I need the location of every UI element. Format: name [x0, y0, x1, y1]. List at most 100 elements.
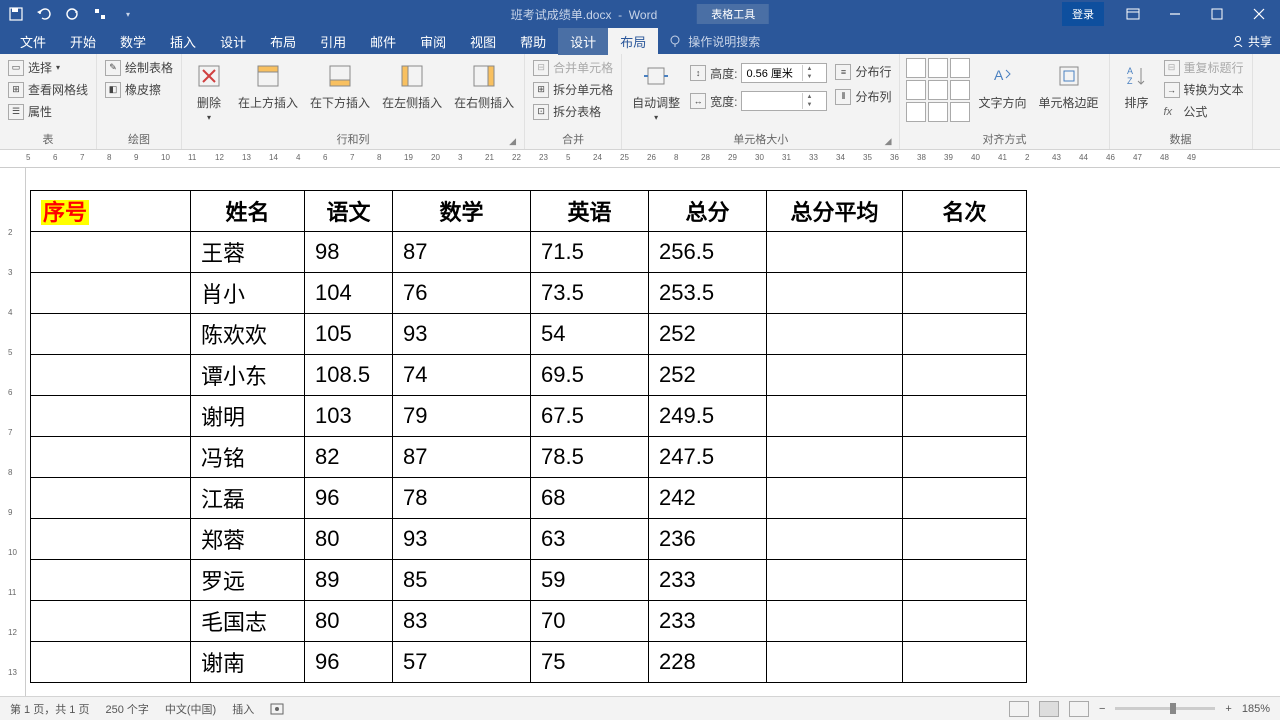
- table-row[interactable]: 江磊967868242: [31, 478, 1027, 519]
- table-cell[interactable]: 96: [305, 478, 393, 519]
- align-mid-center[interactable]: [928, 80, 948, 100]
- table-cell[interactable]: 75: [531, 642, 649, 683]
- table-cell[interactable]: 74: [393, 355, 531, 396]
- table-cell[interactable]: [903, 314, 1027, 355]
- formula-button[interactable]: fx 公式: [1162, 102, 1246, 121]
- table-cell[interactable]: 59: [531, 560, 649, 601]
- ribbon-display-icon[interactable]: [1112, 0, 1154, 28]
- table-cell[interactable]: [31, 396, 191, 437]
- cell-margins-button[interactable]: 单元格边距: [1035, 58, 1103, 113]
- tab-layout[interactable]: 布局: [258, 28, 308, 55]
- table-cell[interactable]: 54: [531, 314, 649, 355]
- table-cell[interactable]: 肖小: [191, 273, 305, 314]
- table-header[interactable]: 总分: [649, 191, 767, 232]
- convert-to-text-button[interactable]: →转换为文本: [1162, 80, 1246, 99]
- dialog-launcher-icon[interactable]: ◢: [885, 136, 892, 147]
- table-row[interactable]: 谢南965775228: [31, 642, 1027, 683]
- table-header[interactable]: 总分平均: [767, 191, 903, 232]
- print-layout-icon[interactable]: [1039, 701, 1059, 717]
- table-cell[interactable]: [903, 601, 1027, 642]
- table-cell[interactable]: [903, 519, 1027, 560]
- table-row[interactable]: 罗远898559233: [31, 560, 1027, 601]
- table-cell[interactable]: [31, 314, 191, 355]
- table-cell[interactable]: 87: [393, 232, 531, 273]
- undo-icon[interactable]: [36, 6, 52, 22]
- autofit-button[interactable]: 自动调整▾: [628, 58, 684, 124]
- table-cell[interactable]: 73.5: [531, 273, 649, 314]
- tab-math[interactable]: 数学: [108, 28, 158, 55]
- table-header[interactable]: 数学: [393, 191, 531, 232]
- zoom-in-icon[interactable]: +: [1225, 703, 1231, 715]
- insert-right-button[interactable]: 在右侧插入: [450, 58, 518, 113]
- table-row[interactable]: 肖小1047673.5253.5: [31, 273, 1027, 314]
- table-row[interactable]: 陈欢欢1059354252: [31, 314, 1027, 355]
- align-top-left[interactable]: [906, 58, 926, 78]
- insert-below-button[interactable]: 在下方插入: [306, 58, 374, 113]
- table-cell[interactable]: [31, 437, 191, 478]
- table-header[interactable]: 序号: [31, 191, 191, 232]
- table-cell[interactable]: [31, 273, 191, 314]
- table-cell[interactable]: 78.5: [531, 437, 649, 478]
- view-gridlines-button[interactable]: ⊞查看网格线: [6, 80, 90, 99]
- table-cell[interactable]: 93: [393, 314, 531, 355]
- table-cell[interactable]: 242: [649, 478, 767, 519]
- table-cell[interactable]: 103: [305, 396, 393, 437]
- table-cell[interactable]: 252: [649, 355, 767, 396]
- distribute-rows-button[interactable]: ≡分布行: [833, 62, 893, 81]
- table-cell[interactable]: [767, 273, 903, 314]
- table-cell[interactable]: 96: [305, 642, 393, 683]
- table-cell[interactable]: [767, 560, 903, 601]
- table-cell[interactable]: 69.5: [531, 355, 649, 396]
- table-cell[interactable]: [903, 273, 1027, 314]
- insert-left-button[interactable]: 在左侧插入: [378, 58, 446, 113]
- tab-insert[interactable]: 插入: [158, 28, 208, 55]
- table-cell[interactable]: [767, 601, 903, 642]
- tab-file[interactable]: 文件: [8, 28, 58, 55]
- table-cell[interactable]: 104: [305, 273, 393, 314]
- table-cell[interactable]: 76: [393, 273, 531, 314]
- align-top-center[interactable]: [928, 58, 948, 78]
- zoom-level[interactable]: 185%: [1242, 703, 1270, 715]
- table-cell[interactable]: 谢明: [191, 396, 305, 437]
- table-cell[interactable]: 江磊: [191, 478, 305, 519]
- table-cell[interactable]: [903, 560, 1027, 601]
- table-cell[interactable]: [767, 232, 903, 273]
- table-cell[interactable]: 王蓉: [191, 232, 305, 273]
- table-header[interactable]: 语文: [305, 191, 393, 232]
- table-cell[interactable]: 57: [393, 642, 531, 683]
- table-row[interactable]: 王蓉988771.5256.5: [31, 232, 1027, 273]
- tab-mailings[interactable]: 邮件: [358, 28, 408, 55]
- table-cell[interactable]: 233: [649, 601, 767, 642]
- table-cell[interactable]: [31, 355, 191, 396]
- properties-button[interactable]: ☰属性: [6, 102, 90, 121]
- table-cell[interactable]: 71.5: [531, 232, 649, 273]
- table-cell[interactable]: 253.5: [649, 273, 767, 314]
- merge-cells-button[interactable]: ⊟合并单元格: [531, 58, 615, 77]
- table-cell[interactable]: 83: [393, 601, 531, 642]
- distribute-cols-button[interactable]: ⦀分布列: [833, 87, 893, 106]
- table-cell[interactable]: 80: [305, 601, 393, 642]
- tab-review[interactable]: 审阅: [408, 28, 458, 55]
- table-cell[interactable]: [767, 396, 903, 437]
- web-layout-icon[interactable]: [1069, 701, 1089, 717]
- align-mid-right[interactable]: [950, 80, 970, 100]
- align-bot-center[interactable]: [928, 102, 948, 122]
- table-cell[interactable]: 68: [531, 478, 649, 519]
- table-cell[interactable]: 70: [531, 601, 649, 642]
- table-cell[interactable]: 105: [305, 314, 393, 355]
- table-cell[interactable]: 冯铭: [191, 437, 305, 478]
- table-cell[interactable]: 256.5: [649, 232, 767, 273]
- width-input[interactable]: ▲▼: [741, 91, 827, 111]
- height-input[interactable]: ▲▼: [741, 63, 827, 83]
- table-cell[interactable]: 98: [305, 232, 393, 273]
- table-row[interactable]: 毛国志808370233: [31, 601, 1027, 642]
- table-cell[interactable]: [767, 314, 903, 355]
- insert-above-button[interactable]: 在上方插入: [234, 58, 302, 113]
- repeat-header-button[interactable]: ⊟重复标题行: [1162, 58, 1246, 77]
- table-cell[interactable]: [31, 519, 191, 560]
- draw-table-button[interactable]: ✎绘制表格: [103, 58, 175, 77]
- login-button[interactable]: 登录: [1062, 2, 1104, 26]
- table-cell[interactable]: [31, 478, 191, 519]
- split-table-button[interactable]: ⊡拆分表格: [531, 102, 615, 121]
- tab-help[interactable]: 帮助: [508, 28, 558, 55]
